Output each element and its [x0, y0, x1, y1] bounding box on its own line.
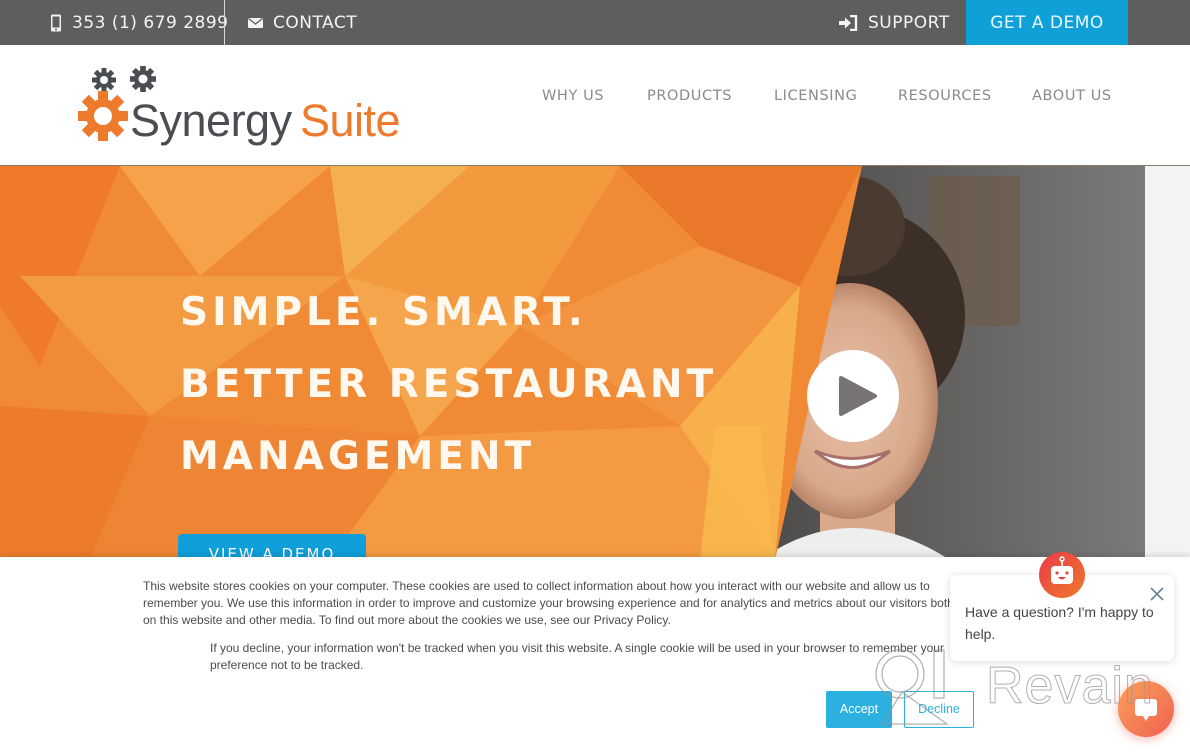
logo-word-synergy: Synergy: [130, 95, 292, 146]
logo-word-suite: Suite: [300, 95, 401, 146]
hero-banner: SIMPLE. SMART. BETTER RESTAURANT MANAGEM…: [0, 166, 1190, 560]
nav-resources[interactable]: RESOURCES: [898, 88, 992, 104]
contact-link[interactable]: CONTACT: [248, 0, 357, 45]
cookie-text-main: This website stores cookies on your comp…: [143, 579, 954, 627]
cookie-accept-button[interactable]: Accept: [826, 691, 892, 728]
cookie-decline-button[interactable]: Decline: [904, 691, 974, 728]
nav-why-us[interactable]: WHY US: [542, 88, 604, 104]
mobile-phone-icon: [51, 14, 61, 31]
robot-icon: [1051, 556, 1073, 584]
get-a-demo-button[interactable]: GET A DEMO: [966, 0, 1128, 45]
nav-licensing[interactable]: LICENSING: [774, 88, 857, 104]
nav-products[interactable]: PRODUCTS: [647, 88, 732, 104]
chat-icon: [1135, 699, 1157, 721]
play-video-button[interactable]: [807, 350, 899, 442]
support-link[interactable]: SUPPORT: [838, 0, 950, 45]
sign-in-icon: [839, 14, 858, 31]
top-bar: 353 (1) 679 2899 CONTACT SUPPORT GET A D…: [0, 0, 1190, 45]
chat-greeting-message: Have a question? I'm happy to help.: [965, 604, 1154, 642]
nav-about-us[interactable]: ABOUT US: [1032, 88, 1112, 104]
chat-bot-avatar: [1039, 552, 1085, 598]
site-header: Synergy Suite WHY US PRODUCTS LICENSING …: [0, 45, 1190, 166]
phone-number: 353 (1) 679 2899: [72, 12, 229, 33]
envelope-icon: [248, 17, 263, 28]
topbar-divider: [224, 0, 225, 45]
phone-link[interactable]: 353 (1) 679 2899: [50, 0, 228, 45]
hero-headline-line-1: SIMPLE. SMART.: [180, 290, 587, 335]
play-icon: [839, 376, 877, 416]
hero-headline-line-3: MANAGEMENT: [180, 434, 536, 479]
chat-launcher-button[interactable]: [1118, 681, 1174, 737]
chat-close-button[interactable]: [1148, 585, 1166, 603]
contact-label: CONTACT: [273, 12, 358, 33]
synergysuite-logo[interactable]: Synergy Suite: [76, 61, 401, 151]
support-label: SUPPORT: [868, 12, 950, 33]
close-icon: [1150, 587, 1164, 601]
hero-headline-line-2: BETTER RESTAURANT: [180, 362, 718, 407]
cookie-text-decline-info: If you decline, your information won't b…: [210, 641, 944, 672]
